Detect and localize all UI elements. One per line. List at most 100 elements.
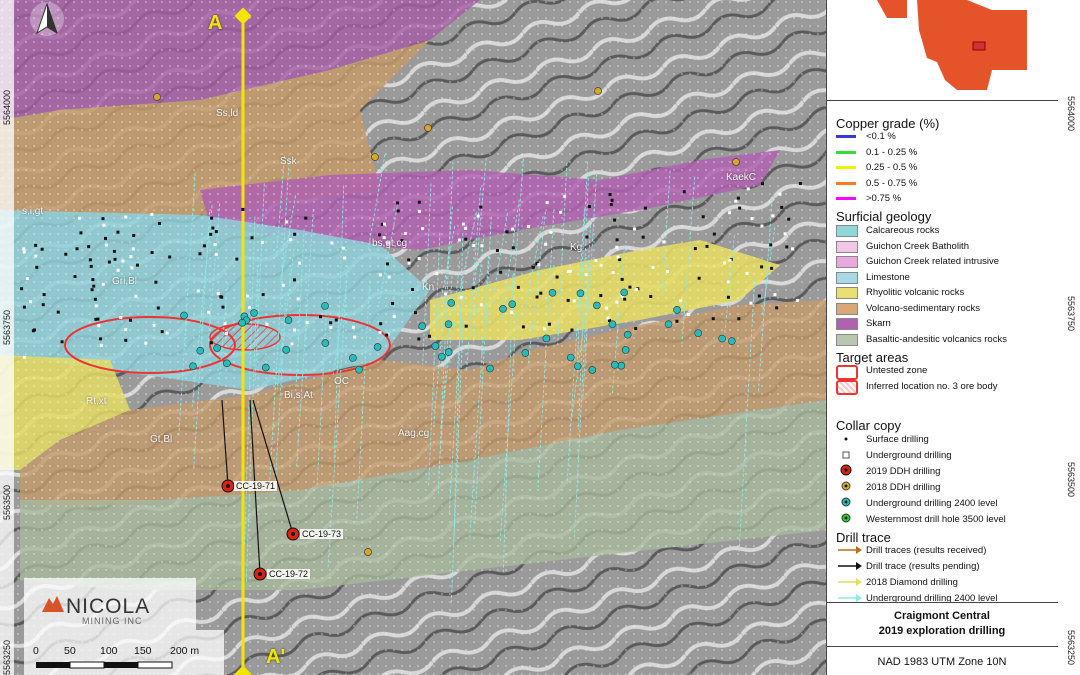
underground-2400-collar: [355, 365, 363, 374]
underground-2400-collar: [196, 346, 205, 355]
inset-location-map: [877, 0, 1027, 90]
underground-2400-collar: [608, 320, 617, 329]
drill-collar-point: [795, 298, 799, 302]
drill-collar-point: [611, 271, 615, 275]
drill-collar-point: [91, 278, 95, 282]
drill-collar-point: [750, 217, 754, 221]
drill-collar-point: [479, 303, 483, 307]
drill-hole-label[interactable]: CC-19-73: [300, 529, 344, 539]
drill-collar-point: [421, 227, 425, 231]
underground-2400-collar: [673, 306, 681, 314]
drill-collar-point: [129, 255, 133, 259]
drill-collar-point: [778, 192, 782, 196]
drill-collar-point: [116, 230, 120, 234]
drill-collar-point: [289, 237, 293, 241]
drill-collar-point: [775, 306, 779, 310]
drill-collar-point: [461, 222, 465, 226]
drill-collar-point: [726, 295, 730, 299]
legend-label: Rhyolitic volcanic rocks: [866, 287, 965, 298]
drill-collar-point: [247, 306, 251, 310]
legend-swatch: [836, 240, 858, 253]
drill-collar-point: [94, 304, 98, 308]
drill-collar-point: [783, 232, 787, 236]
drill-collar-point: [396, 201, 400, 205]
drill-collar-point: [464, 237, 468, 241]
drill-collar-point: [641, 235, 645, 239]
drill-collar-point: [563, 194, 567, 198]
drill-collar-point: [35, 265, 39, 269]
drill-collar-point: [305, 320, 309, 324]
geology-label: Ss,ld: [216, 108, 239, 119]
legend-label: 2018 Diamond drilling: [866, 577, 958, 588]
legend-label: 0.25 - 0.5 %: [866, 162, 918, 173]
drill-collar-point: [124, 215, 128, 219]
drill-collar-point: [116, 268, 120, 272]
north-arrow-icon: [30, 2, 64, 36]
drill-collar-point: [693, 247, 697, 251]
drill-collar-point: [224, 331, 228, 335]
drill-collar-point: [594, 259, 598, 263]
drill-collar-point: [209, 341, 213, 345]
drill-collar-point: [526, 224, 530, 228]
legend-label: <0.1 %: [866, 131, 896, 142]
drill-collar-point: [769, 243, 773, 247]
drill-hole-label[interactable]: CC-19-71: [234, 481, 278, 491]
geology-label: Gri,Bl: [112, 276, 137, 287]
underground-2400-collar: [548, 288, 557, 297]
drill-collar-point: [780, 205, 784, 209]
underground-2400-collar: [486, 364, 494, 373]
coord-label: 5563500: [1066, 462, 1076, 498]
drill-collar-point: [417, 200, 421, 204]
legend-label: Volcano-sedimentary rocks: [866, 302, 981, 314]
drill-collar-point: [198, 252, 202, 256]
underground-2400-collar: [250, 309, 258, 317]
drill-collar-point: [599, 263, 603, 267]
drill-collar-point: [131, 247, 135, 251]
drill-collar-point: [428, 334, 432, 338]
drill-collar-point: [75, 247, 79, 251]
underground-2400-collar: [623, 330, 632, 339]
drill-collar-point: [124, 338, 128, 342]
drill-collar-point: [686, 312, 690, 316]
drill-collar-point: [34, 254, 38, 258]
drill-collar-point: [464, 226, 468, 230]
drill-collar-point: [379, 322, 383, 326]
drill-collar-point: [96, 317, 100, 321]
drill-collar-point: [378, 233, 382, 237]
legend-label: Calcareous rocks: [866, 225, 940, 236]
drill-collar-point: [124, 328, 128, 332]
drill-collar-point: [209, 232, 213, 236]
legend-label: Drill trace (results pending): [866, 561, 980, 572]
legend-label: Basaltic-andesitic volcanics rocks: [866, 333, 1007, 345]
drill-collar-point: [787, 217, 791, 221]
drill-collar-point: [435, 272, 439, 276]
drill-collar-point: [531, 265, 535, 269]
drill-collar-point: [511, 227, 515, 231]
ddh-2018-collar: [594, 87, 602, 95]
drill-hole-label[interactable]: CC-19-72: [267, 569, 311, 579]
drill-collar-point: [471, 286, 475, 290]
drill-collar-point: [196, 289, 200, 293]
coord-label: 5563500: [2, 484, 12, 520]
underground-2400-collar: [349, 354, 357, 362]
drill-collar-point: [472, 243, 476, 247]
scale-tick: 150: [134, 645, 152, 657]
drill-collar-point: [547, 322, 551, 326]
drill-collar-point: [632, 227, 636, 231]
legend-label: Underground drilling 2400 level: [866, 498, 998, 509]
drill-collar-point: [666, 270, 670, 274]
legend-label: 2019 DDH drilling: [866, 466, 941, 477]
drill-collar-point: [634, 327, 638, 331]
drill-collar-point: [651, 265, 655, 269]
underground-2400-collar: [444, 348, 453, 356]
underground-2400-collar: [444, 320, 453, 328]
section-start-label: A: [208, 12, 223, 34]
drill-collar-point: [261, 293, 265, 297]
drill-collar-point: [749, 301, 753, 305]
legend-label: 2018 DDH drilling: [866, 482, 941, 493]
drill-collar-point: [418, 210, 422, 214]
drill-collar-point: [353, 335, 357, 339]
drill-collar-point: [132, 233, 136, 237]
drill-collar-point: [480, 244, 484, 248]
drill-collar-point: [417, 257, 421, 261]
